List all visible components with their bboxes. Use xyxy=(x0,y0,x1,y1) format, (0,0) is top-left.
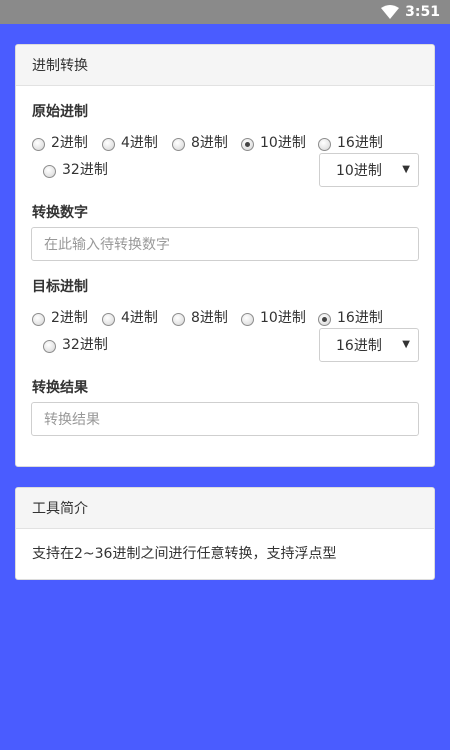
source-base-label: 原始进制 xyxy=(32,104,88,120)
source-radio-2[interactable]: 2进制 xyxy=(32,132,88,152)
target-radio-32[interactable]: 32进制 xyxy=(43,334,108,354)
intro-card: 工具简介 支持在2~36进制之间进行任意转换，支持浮点型 xyxy=(15,487,435,580)
number-input[interactable]: 在此输入待转换数字 xyxy=(31,227,419,261)
target-radio-2[interactable]: 2进制 xyxy=(32,307,88,327)
source-radio-10[interactable]: 10进制 xyxy=(241,132,306,152)
radio-label: 2进制 xyxy=(51,310,88,326)
radio-label: 16进制 xyxy=(337,310,383,326)
select-value: 16进制 xyxy=(336,338,382,354)
radio-label: 16进制 xyxy=(337,135,383,151)
source-radio-4[interactable]: 4进制 xyxy=(102,132,158,152)
radio-circle[interactable] xyxy=(241,312,254,326)
radio-circle[interactable] xyxy=(172,312,185,326)
target-base-select[interactable]: 16进制 ▼ xyxy=(319,328,419,362)
radio-label: 2进制 xyxy=(51,135,88,151)
radio-label: 32进制 xyxy=(62,337,108,353)
radio-circle[interactable] xyxy=(241,137,254,151)
converter-card-header: 进制转换 xyxy=(16,45,434,86)
radio-label: 10进制 xyxy=(260,310,306,326)
source-radio-32[interactable]: 32进制 xyxy=(43,159,108,179)
radio-label: 4进制 xyxy=(121,310,158,326)
result-label: 转换结果 xyxy=(32,380,88,396)
radio-circle[interactable] xyxy=(318,137,331,151)
status-bar: 3:51 xyxy=(0,0,450,24)
target-radio-4[interactable]: 4进制 xyxy=(102,307,158,327)
radio-circle[interactable] xyxy=(318,312,331,326)
result-placeholder: 转换结果 xyxy=(44,412,100,428)
target-radio-16[interactable]: 16进制 xyxy=(318,307,383,327)
source-radio-16[interactable]: 16进制 xyxy=(318,132,383,152)
radio-circle[interactable] xyxy=(43,339,56,353)
converter-title: 进制转换 xyxy=(32,58,88,74)
status-time: 3:51 xyxy=(405,4,440,20)
target-radio-10[interactable]: 10进制 xyxy=(241,307,306,327)
radio-label: 10进制 xyxy=(260,135,306,151)
radio-label: 4进制 xyxy=(121,135,158,151)
dropdown-arrow-icon: ▼ xyxy=(402,164,410,175)
radio-label: 32进制 xyxy=(62,162,108,178)
radio-circle[interactable] xyxy=(32,312,45,326)
result-field[interactable]: 转换结果 xyxy=(31,402,419,436)
target-radio-8[interactable]: 8进制 xyxy=(172,307,228,327)
number-input-placeholder: 在此输入待转换数字 xyxy=(44,237,170,253)
radio-circle[interactable] xyxy=(172,137,185,151)
intro-card-header: 工具简介 xyxy=(16,488,434,529)
intro-title: 工具简介 xyxy=(32,501,88,517)
wifi-icon xyxy=(381,5,400,19)
radio-circle[interactable] xyxy=(102,312,115,326)
select-value: 10进制 xyxy=(336,163,382,179)
radio-circle[interactable] xyxy=(43,164,56,178)
radio-label: 8进制 xyxy=(191,135,228,151)
radio-circle[interactable] xyxy=(102,137,115,151)
number-label: 转换数字 xyxy=(32,205,88,221)
target-base-label: 目标进制 xyxy=(32,279,88,295)
radio-circle[interactable] xyxy=(32,137,45,151)
source-radio-8[interactable]: 8进制 xyxy=(172,132,228,152)
dropdown-arrow-icon: ▼ xyxy=(402,339,410,350)
converter-card: 进制转换 原始进制 2进制 4进制 8进制 10进制 16进制 32进制 10进… xyxy=(15,44,435,467)
radio-label: 8进制 xyxy=(191,310,228,326)
intro-description: 支持在2~36进制之间进行任意转换，支持浮点型 xyxy=(32,546,337,562)
source-base-select[interactable]: 10进制 ▼ xyxy=(319,153,419,187)
